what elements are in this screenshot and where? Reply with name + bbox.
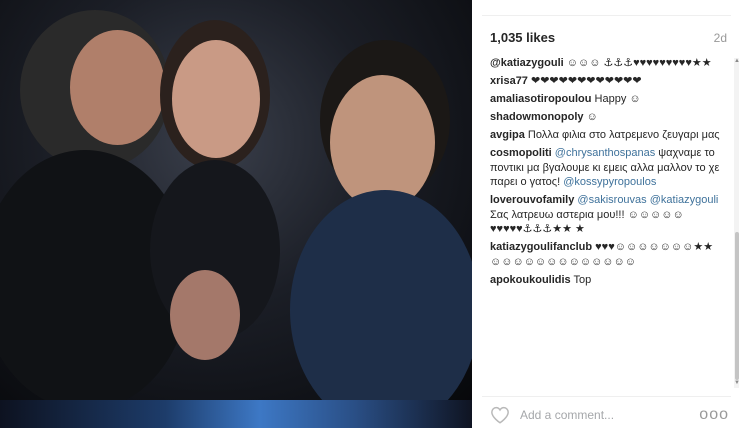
comment-username[interactable]: xrisa77 [490,75,528,87]
comment-username[interactable]: amaliasotiropoulou [490,93,591,105]
comment-item: avgipa Πολλα φιλια στο λατρεμενο ζευγαρι… [490,128,724,143]
scroll-up-arrow-icon[interactable]: ▲ [734,58,740,65]
comment-item: apokoukoulidis Top [490,273,724,288]
comment-username[interactable]: cosmopoliti [490,147,552,159]
divider [482,396,731,397]
comment-username[interactable]: katiazygoulifanclub [490,241,592,253]
comment-text: Σας λατρευω αστερια μου!!! ☺☺☺☺☺♥♥♥♥♥⚓⚓⚓… [490,208,684,236]
comment-item: cosmopoliti @chrysanthospanas ψαχναμε το… [490,146,724,190]
comment-item: amaliasotiropoulou Happy ☺ [490,92,724,107]
comment-username[interactable]: apokoukoulidis [490,274,571,286]
ellipsis-icon[interactable]: ooo [699,407,729,423]
comment-mention[interactable]: @katiazygouli [650,194,719,206]
comment-text: ❤❤❤❤❤❤❤❤❤❤❤❤ [527,75,642,87]
comment-item: @katiazygouli ☺☺☺ ⚓⚓⚓♥♥♥♥♥♥♥♥♥★★ [490,56,724,71]
comment-text: ☺ [583,111,598,123]
comment-compose-row: Add a comment... ooo [490,404,729,426]
comment-text: Πολλα φιλια στο λατρεμενο ζευγαρι μας [524,129,720,141]
scrollbar-thumb[interactable] [734,232,739,380]
comment-username[interactable]: @katiazygouli [490,57,564,69]
photo-image [0,0,472,428]
likes-row: 1,035 likes 2d [490,30,727,45]
comment-text: Top [570,273,592,286]
comment-username[interactable]: loverouvofamily [490,194,574,206]
comment-mention[interactable]: @sakisrouvas [577,194,646,206]
photo-bottom-strip [0,400,472,428]
heart-outline-icon[interactable] [490,406,510,424]
comments-list: @katiazygouli ☺☺☺ ⚓⚓⚓♥♥♥♥♥♥♥♥♥★★ xrisa77… [490,56,724,390]
comment-item: shadowmonopoly ☺ [490,110,724,125]
comment-text: Happy ☺ [591,93,641,105]
post-sidebar: 1,035 likes 2d @katiazygouli ☺☺☺ ⚓⚓⚓♥♥♥♥… [472,0,741,428]
add-comment-input[interactable]: Add a comment... [520,408,699,422]
post-time[interactable]: 2d [714,31,727,45]
comment-item: katiazygoulifanclub ♥♥♥☺☺☺☺☺☺☺★★☺☺☺☺☺☺☺☺… [490,240,724,269]
scroll-down-arrow-icon[interactable]: ▼ [734,380,740,387]
comment-item: loverouvofamily @sakisrouvas @katiazygou… [490,193,724,237]
comment-username[interactable]: shadowmonopoly [490,111,584,123]
divider [482,15,731,16]
post-photo[interactable] [0,0,472,428]
comment-mention[interactable]: @kossypyropoulos [563,176,656,188]
comment-username[interactable]: avgipa [490,129,525,141]
comment-text: ☺☺☺ ⚓⚓⚓♥♥♥♥♥♥♥♥♥★★ [563,57,712,69]
comment-mention[interactable]: @chrysanthospanas [555,147,655,159]
likes-count[interactable]: 1,035 likes [490,30,555,45]
comment-item: xrisa77 ❤❤❤❤❤❤❤❤❤❤❤❤ [490,74,724,89]
